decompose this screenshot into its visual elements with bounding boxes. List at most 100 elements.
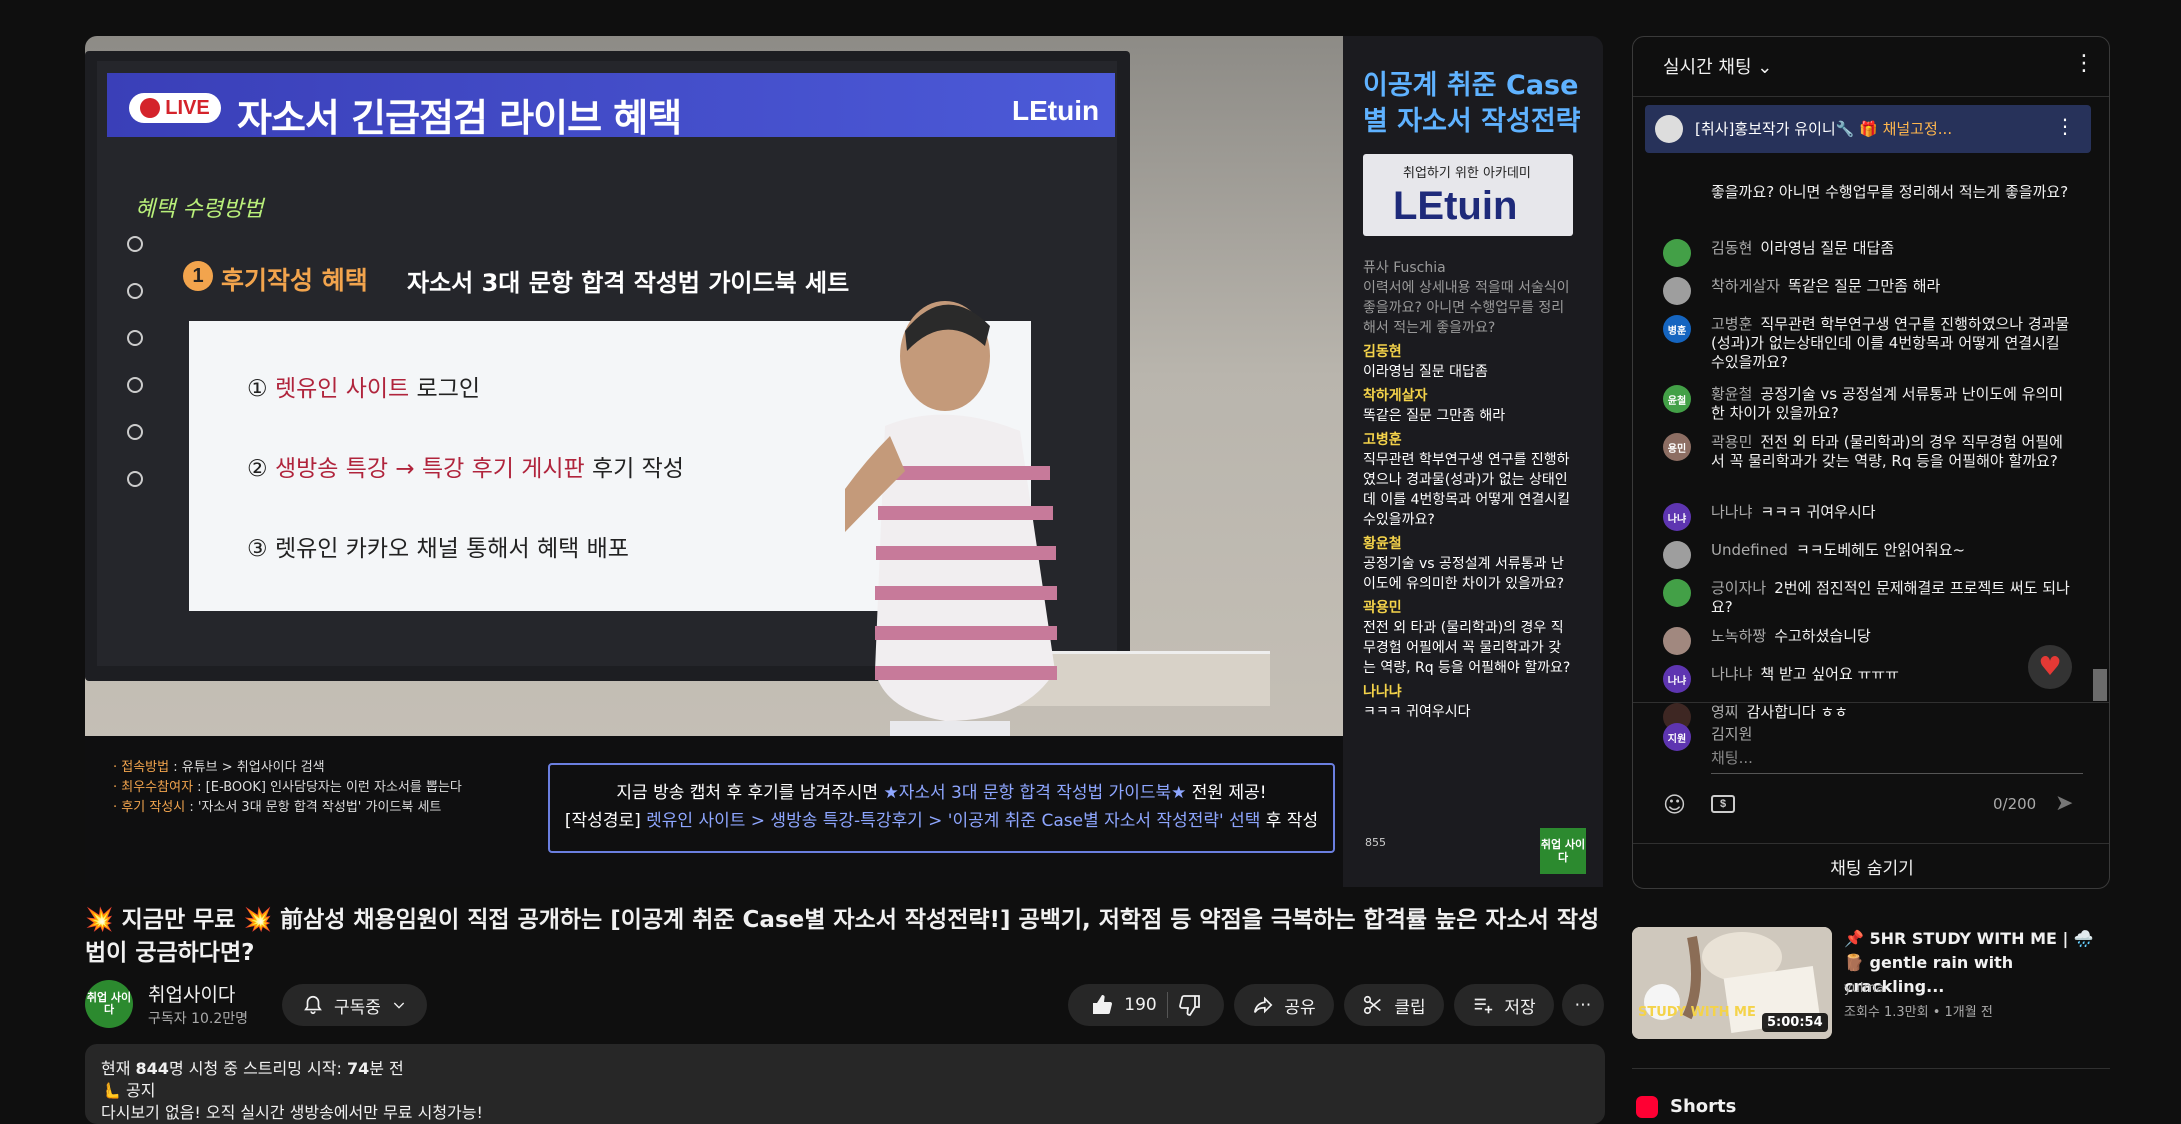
embedded-chat-item: 고병훈 직무관련 학부연구생 연구를 진행하였으나 경과물(성과)가 없는 상태인…: [1363, 432, 1571, 528]
embedded-chat-item: 퓨사 Fuschia 이력서에 상세내용 적을때 서술식이 좋을까요? 아니면 수…: [1363, 260, 1570, 336]
slide-tool-icon: [127, 377, 143, 393]
chat-menu-icon[interactable]: ⋮: [2073, 51, 2095, 76]
pinned-text: [취사]홍보작가 유이니🔧 🎁 채널고정...: [1695, 120, 1953, 138]
description-text: 다시보기 없음! 오직 실시간 생방송에서만 무료 시청가능!: [101, 1103, 483, 1122]
review-subheading: 자소서 3대 문항 합격 작성법 가이드북 세트: [407, 269, 850, 297]
clip-button[interactable]: 클립: [1344, 984, 1444, 1026]
slide-step: ③ 렛유인 카카오 채널 통해서 혜택 배포: [247, 536, 629, 562]
chat-avatar: [1663, 239, 1691, 267]
channel-avatar[interactable]: 취업 사이다: [85, 980, 133, 1028]
recommended-channel[interactable]: yulma: [1844, 981, 1884, 996]
chat-message: 병훈 고병훈 직무관련 학부연구생 연구를 진행하였으나 경과물(성과)가 없는상태…: [1663, 315, 2073, 372]
live-chat-panel: 실시간 채팅 ⌄ ⋮ 좋을까요? 아니면 수행업무를 정리해서 적는게 좋을까요…: [1632, 36, 2110, 889]
letuin-logo: 취업하기 위한 아카데미 LEtuin: [1363, 154, 1573, 236]
super-chat-icon[interactable]: $: [1711, 795, 1735, 813]
recommended-video[interactable]: STUDY WITH ME 5:00:54 📌 5HR STUDY WITH M…: [1632, 927, 2110, 1039]
chat-message: 나냐 나나냐 ㅋㅋㅋ 귀여우시다: [1663, 503, 2073, 531]
description-notice: 🫷 공지: [101, 1081, 156, 1100]
embedded-chat-item: 김동현 이라영님 질문 대답좀: [1363, 344, 1488, 380]
subscriber-count: 구독자 10.2만명: [148, 1011, 249, 1027]
live-badge: LIVE: [129, 93, 221, 123]
heart-reaction-button[interactable]: ♥: [2028, 645, 2072, 689]
playlist-add-icon: [1475, 998, 1493, 1014]
embedded-chat-item: 황윤철 공정기술 vs 공정설계 서류통과 난이도에 유의미한 차이가 있을까요?: [1363, 536, 1565, 592]
chat-message: 좋을까요? 아니면 수행업무를 정리해서 적는게 좋을까요?: [1711, 183, 2069, 201]
chat-input[interactable]: 채팅...: [1711, 747, 2083, 774]
description-stats: 현재 844명 시청 중 스트리밍 시작: 74분 전: [101, 1059, 404, 1078]
slide-title: 자소서 긴급점검 라이브 혜택: [237, 96, 682, 140]
chat-avatar: 윤철: [1663, 385, 1691, 413]
chat-message: 윤철 황윤철 공정기술 vs 공정설계 서류통과 난이도에 유의미한 차이가 있을까…: [1663, 385, 2073, 423]
chat-message: 착하게살자 똑같은 질문 그만좀 해라: [1663, 277, 2073, 305]
chat-avatar: [1663, 541, 1691, 569]
clip-label: 클립: [1394, 997, 1426, 1018]
subscribe-button[interactable]: 구독중: [282, 984, 427, 1026]
scissors-icon: [1364, 995, 1382, 1015]
chat-avatar: 나냐: [1663, 503, 1691, 531]
embedded-chat-item: 나나냐 ㅋㅋㅋ 귀여우시다: [1363, 684, 1471, 720]
info-line: · 접속방법 : 유튜브 > 취업사이다 검색: [113, 760, 325, 775]
video-duration: 5:00:54: [1762, 1013, 1828, 1032]
info-line: · 최우수참여자 : [E-BOOK] 인사담당자는 이런 자소서를 뽑는다: [113, 780, 462, 795]
user-name: 김지원: [1711, 725, 1753, 743]
channel-name[interactable]: 취업사이다: [148, 980, 235, 1007]
slide-tool-icon: [127, 424, 143, 440]
save-button[interactable]: 저장: [1454, 984, 1554, 1026]
chat-avatar: 용민: [1663, 433, 1691, 461]
pinned-message[interactable]: [취사]홍보작가 유이니🔧 🎁 채널고정... ⋮: [1645, 105, 2091, 153]
info-line: · 후기 작성시 : '자소서 3대 문항 합격 작성법' 가이드북 세트: [113, 800, 442, 815]
video-side-title: 이공계 취준 Case별 자소서 작성전략: [1363, 70, 1581, 137]
recommended-meta: 조회수 1.3만회 • 1개월 전: [1844, 1005, 1993, 1020]
chat-avatar: [1663, 579, 1691, 607]
logo-wordmark: LEtuin: [1393, 184, 1518, 228]
chat-scrollbar[interactable]: [2093, 669, 2107, 701]
thumbs-down-icon[interactable]: [1178, 993, 1202, 1017]
chat-input-area: 지원 김지원 채팅... ☺ $ 0/200 ➤: [1633, 702, 2109, 852]
slide-tool-icon: [127, 283, 143, 299]
char-count: 0/200: [1993, 795, 2037, 813]
video-player[interactable]: LIVE 자소서 긴급점검 라이브 혜택 LEtuin 혜택 수령방법 1 후기…: [85, 36, 1603, 887]
save-label: 저장: [1504, 997, 1536, 1018]
bell-icon: [304, 995, 322, 1015]
review-number: 1: [183, 261, 213, 291]
like-dislike-group: 190: [1068, 984, 1224, 1026]
video-side-panel: 이공계 취준 Case별 자소서 작성전략 취업하기 위한 아카데미 LEtui…: [1343, 36, 1603, 887]
hide-chat-button[interactable]: 채팅 숨기기: [1633, 843, 2109, 888]
chat-message: Undefined ㅋㅋ도베헤도 안읽어줘요~: [1663, 541, 2073, 569]
capture-notice: 지금 방송 캡처 후 후기를 남겨주시면 ★자소서 3대 문항 합격 작성법 가…: [548, 763, 1335, 853]
benefit-label: 혜택 수령방법: [135, 197, 264, 222]
embedded-chat-item: 착하게살자 똑같은 질문 그만좀 해라: [1363, 388, 1506, 424]
chat-header: 실시간 채팅 ⌄ ⋮: [1633, 37, 2109, 97]
pinned-menu-icon[interactable]: ⋮: [2055, 114, 2075, 138]
share-button[interactable]: 공유: [1234, 984, 1334, 1026]
description-box[interactable]: 현재 844명 시청 중 스트리밍 시작: 74분 전 🫷 공지 다시보기 없음…: [85, 1044, 1605, 1124]
pinned-avatar: [1655, 115, 1683, 143]
embedded-viewer-count: 855: [1365, 836, 1386, 849]
slide-tool-icon: [127, 236, 143, 252]
slide-banner: LIVE 자소서 긴급점검 라이브 혜택 LEtuin: [107, 73, 1115, 140]
subscribe-label: 구독중: [334, 997, 381, 1018]
like-count[interactable]: 190: [1124, 995, 1156, 1015]
send-icon[interactable]: ➤: [2055, 791, 2073, 816]
chat-message: 김동현 이라영님 질문 대답좀: [1663, 239, 2073, 267]
chat-avatar: 병훈: [1663, 315, 1691, 343]
more-actions-button[interactable]: ⋯: [1562, 984, 1604, 1026]
shorts-icon: [1636, 1096, 1658, 1118]
emoji-icon[interactable]: ☺: [1663, 793, 1686, 818]
chevron-down-icon: [393, 1002, 405, 1009]
slide-logo: LEtuin: [1012, 95, 1100, 126]
thumbnail-tag: STUDY WITH ME: [1638, 1005, 1756, 1020]
slide-tool-icon: [127, 471, 143, 487]
share-icon: [1254, 996, 1273, 1014]
chat-message: 나냐 나냐냐 책 받고 싶어요 ㅠㅠㅠ: [1663, 665, 2073, 693]
chat-mode-dropdown[interactable]: 실시간 채팅 ⌄: [1663, 53, 1772, 79]
chat-message: 긍이자나 2번에 점진적인 문제해결로 프로젝트 써도 되나요?: [1663, 579, 2073, 617]
thumbs-up-icon[interactable]: [1090, 993, 1114, 1017]
user-avatar: 지원: [1663, 723, 1691, 751]
logo-tagline: 취업하기 위한 아카데미: [1403, 166, 1531, 181]
share-label: 공유: [1284, 997, 1316, 1018]
chat-message: 용민 곽용민 전전 외 타과 (물리학과)의 경우 직무경험 어필에서 꼭 물리학과…: [1663, 433, 2073, 471]
divider: [1166, 992, 1168, 1018]
video-embedded-chat: 퓨사 Fuschia 이력서에 상세내용 적을때 서술식이 좋을까요? 아니면 수…: [1363, 258, 1573, 722]
shorts-heading[interactable]: Shorts: [1670, 1096, 1736, 1117]
